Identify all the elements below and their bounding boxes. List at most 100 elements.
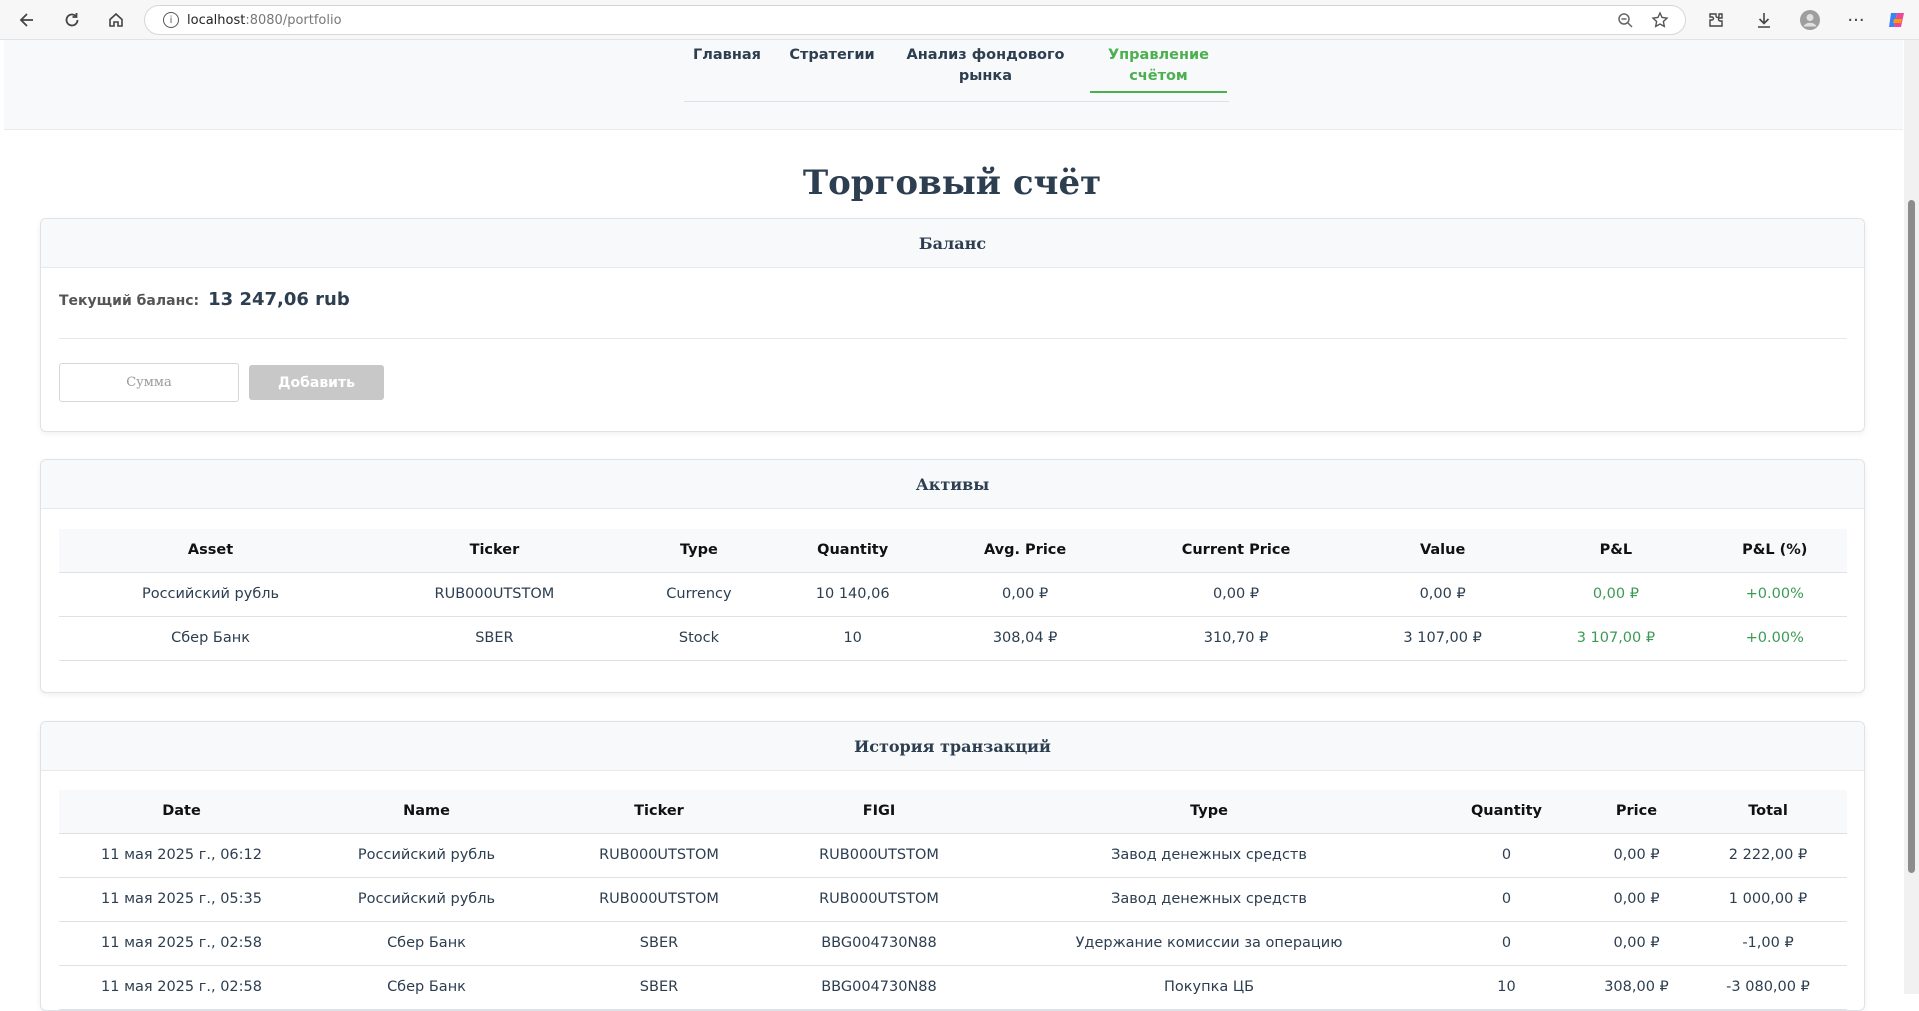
balance-row: Текущий баланс: 13 247,06 rub — [59, 289, 350, 310]
pnl-cell: 3 107,00 ₽ — [1529, 616, 1703, 661]
table-cell: RUB000UTSTOM — [549, 833, 769, 878]
more-icon[interactable]: ··· — [1843, 7, 1869, 33]
column-header: Ticker — [362, 529, 627, 573]
table-cell: Stock — [626, 616, 772, 661]
column-header: Name — [304, 790, 549, 834]
column-header: Type — [989, 790, 1429, 834]
table-cell: Завод денежных средств — [989, 833, 1429, 878]
amount-input[interactable] — [59, 363, 239, 402]
column-header: P&L — [1529, 529, 1703, 573]
table-cell: 11 мая 2025 г., 02:58 — [59, 921, 304, 966]
table-cell: 11 мая 2025 г., 05:35 — [59, 877, 304, 922]
scroll-thumb[interactable] — [1908, 200, 1915, 873]
nav-divider — [684, 101, 1229, 102]
column-header: Current Price — [1116, 529, 1356, 573]
table-row: 11 мая 2025 г., 05:35 Российский рубль R… — [59, 877, 1847, 922]
table-cell: 10 — [1429, 965, 1584, 1010]
transactions-card-header: История транзакций — [41, 722, 1864, 771]
home-icon[interactable] — [103, 7, 129, 33]
column-header: Quantity — [771, 529, 935, 573]
table-cell: 0,00 ₽ — [1116, 572, 1356, 617]
add-funds-button[interactable]: Добавить — [249, 365, 384, 400]
info-icon[interactable]: i — [163, 12, 179, 28]
column-header: Value — [1356, 529, 1530, 573]
assets-table: Asset Ticker Type Quantity Avg. Price Cu… — [59, 529, 1847, 661]
zoom-icon[interactable] — [1617, 12, 1633, 33]
table-cell: Российский рубль — [59, 572, 363, 617]
table-cell: 11 мая 2025 г., 06:12 — [59, 833, 304, 878]
page-scrollbar[interactable] — [1904, 40, 1919, 994]
nav-item-strategies[interactable]: Стратегии — [786, 45, 878, 66]
table-row: 11 мая 2025 г., 06:12 Российский рубль R… — [59, 833, 1847, 878]
table-cell: 1 000,00 ₽ — [1689, 877, 1847, 922]
table-cell: -1,00 ₽ — [1689, 921, 1847, 966]
column-header: Asset — [59, 529, 363, 573]
balance-divider — [59, 338, 1847, 339]
column-header: FIGI — [769, 790, 989, 834]
column-header: Date — [59, 790, 304, 834]
column-header: Ticker — [549, 790, 769, 834]
download-icon[interactable] — [1751, 7, 1777, 33]
table-cell: 0,00 ₽ — [934, 572, 1117, 617]
extensions-icon[interactable] — [1703, 7, 1729, 33]
url-text: localhost:8080/portfolio — [187, 12, 342, 28]
table-cell: Сбер Банк — [304, 965, 549, 1010]
table-cell: Завод денежных средств — [989, 877, 1429, 922]
column-header: P&L (%) — [1702, 529, 1847, 573]
transactions-table-header: Date Name Ticker FIGI Type Quantity Pric… — [59, 790, 1847, 834]
balance-value: 13 247,06 rub — [208, 289, 350, 310]
pnl-percent-cell: +0.00% — [1702, 572, 1847, 617]
star-icon[interactable] — [1651, 11, 1669, 34]
profile-icon[interactable] — [1797, 7, 1823, 33]
nav-active-indicator — [1090, 91, 1227, 93]
table-row: Сбер Банк SBER Stock 10 308,04 ₽ 310,70 … — [59, 616, 1847, 661]
table-cell: 0 — [1429, 877, 1584, 922]
table-cell: 0,00 ₽ — [1584, 921, 1689, 966]
column-header: Price — [1584, 790, 1689, 834]
assets-card: Активы Asset Ticker Type Quantity Avg. P… — [40, 459, 1865, 693]
column-header: Type — [626, 529, 772, 573]
balance-card: Баланс Текущий баланс: 13 247,06 rub Доб… — [40, 218, 1865, 432]
table-cell: RUB000UTSTOM — [769, 833, 989, 878]
nav-item-home[interactable]: Главная — [692, 45, 762, 66]
address-bar[interactable]: i localhost:8080/portfolio — [144, 5, 1686, 35]
table-cell: 0,00 ₽ — [1584, 833, 1689, 878]
table-cell: 3 107,00 ₽ — [1356, 616, 1530, 661]
table-cell: 0 — [1429, 833, 1584, 878]
table-cell: 10 140,06 — [771, 572, 935, 617]
pnl-cell: 0,00 ₽ — [1529, 572, 1703, 617]
column-header: Total — [1689, 790, 1847, 834]
table-cell: Сбер Банк — [304, 921, 549, 966]
table-cell: 10 — [771, 616, 935, 661]
table-cell: 2 222,00 ₽ — [1689, 833, 1847, 878]
table-row: 11 мая 2025 г., 02:58 Сбер Банк SBER BBG… — [59, 921, 1847, 966]
column-header: Avg. Price — [934, 529, 1117, 573]
assets-table-header: Asset Ticker Type Quantity Avg. Price Cu… — [59, 529, 1847, 573]
copilot-icon[interactable] — [1884, 7, 1910, 33]
pnl-percent-cell: +0.00% — [1702, 616, 1847, 661]
table-cell: SBER — [549, 921, 769, 966]
table-cell: 0 — [1429, 921, 1584, 966]
nav-item-market-analysis[interactable]: Анализ фондового счётом рынка — [903, 45, 1068, 87]
table-cell: 308,04 ₽ — [934, 616, 1117, 661]
transactions-card: История транзакций Date Name Ticker FIGI… — [40, 721, 1865, 1011]
table-cell: 310,70 ₽ — [1116, 616, 1356, 661]
table-cell: 0,00 ₽ — [1356, 572, 1530, 617]
table-cell: -3 080,00 ₽ — [1689, 965, 1847, 1010]
table-cell: RUB000UTSTOM — [769, 877, 989, 922]
browser-toolbar: i localhost:8080/portfolio ··· — [0, 0, 1919, 40]
table-cell: 308,00 ₽ — [1584, 965, 1689, 1010]
site-navbar: Главная Стратегии Анализ фондового счёто… — [4, 40, 1903, 130]
table-cell: Российский рубль — [304, 833, 549, 878]
balance-label: Текущий баланс: — [59, 293, 200, 309]
table-cell: Российский рубль — [304, 877, 549, 922]
reload-icon[interactable] — [59, 7, 85, 33]
table-cell: BBG004730N88 — [769, 965, 989, 1010]
assets-card-header: Активы — [41, 460, 1864, 509]
table-cell: RUB000UTSTOM — [362, 572, 627, 617]
back-icon[interactable] — [14, 7, 40, 33]
nav-item-account-management[interactable]: Управление счётом — [1090, 45, 1227, 87]
table-row: Российский рубль RUB000UTSTOM Currency 1… — [59, 572, 1847, 617]
table-cell: Покупка ЦБ — [989, 965, 1429, 1010]
balance-card-header: Баланс — [41, 219, 1864, 268]
